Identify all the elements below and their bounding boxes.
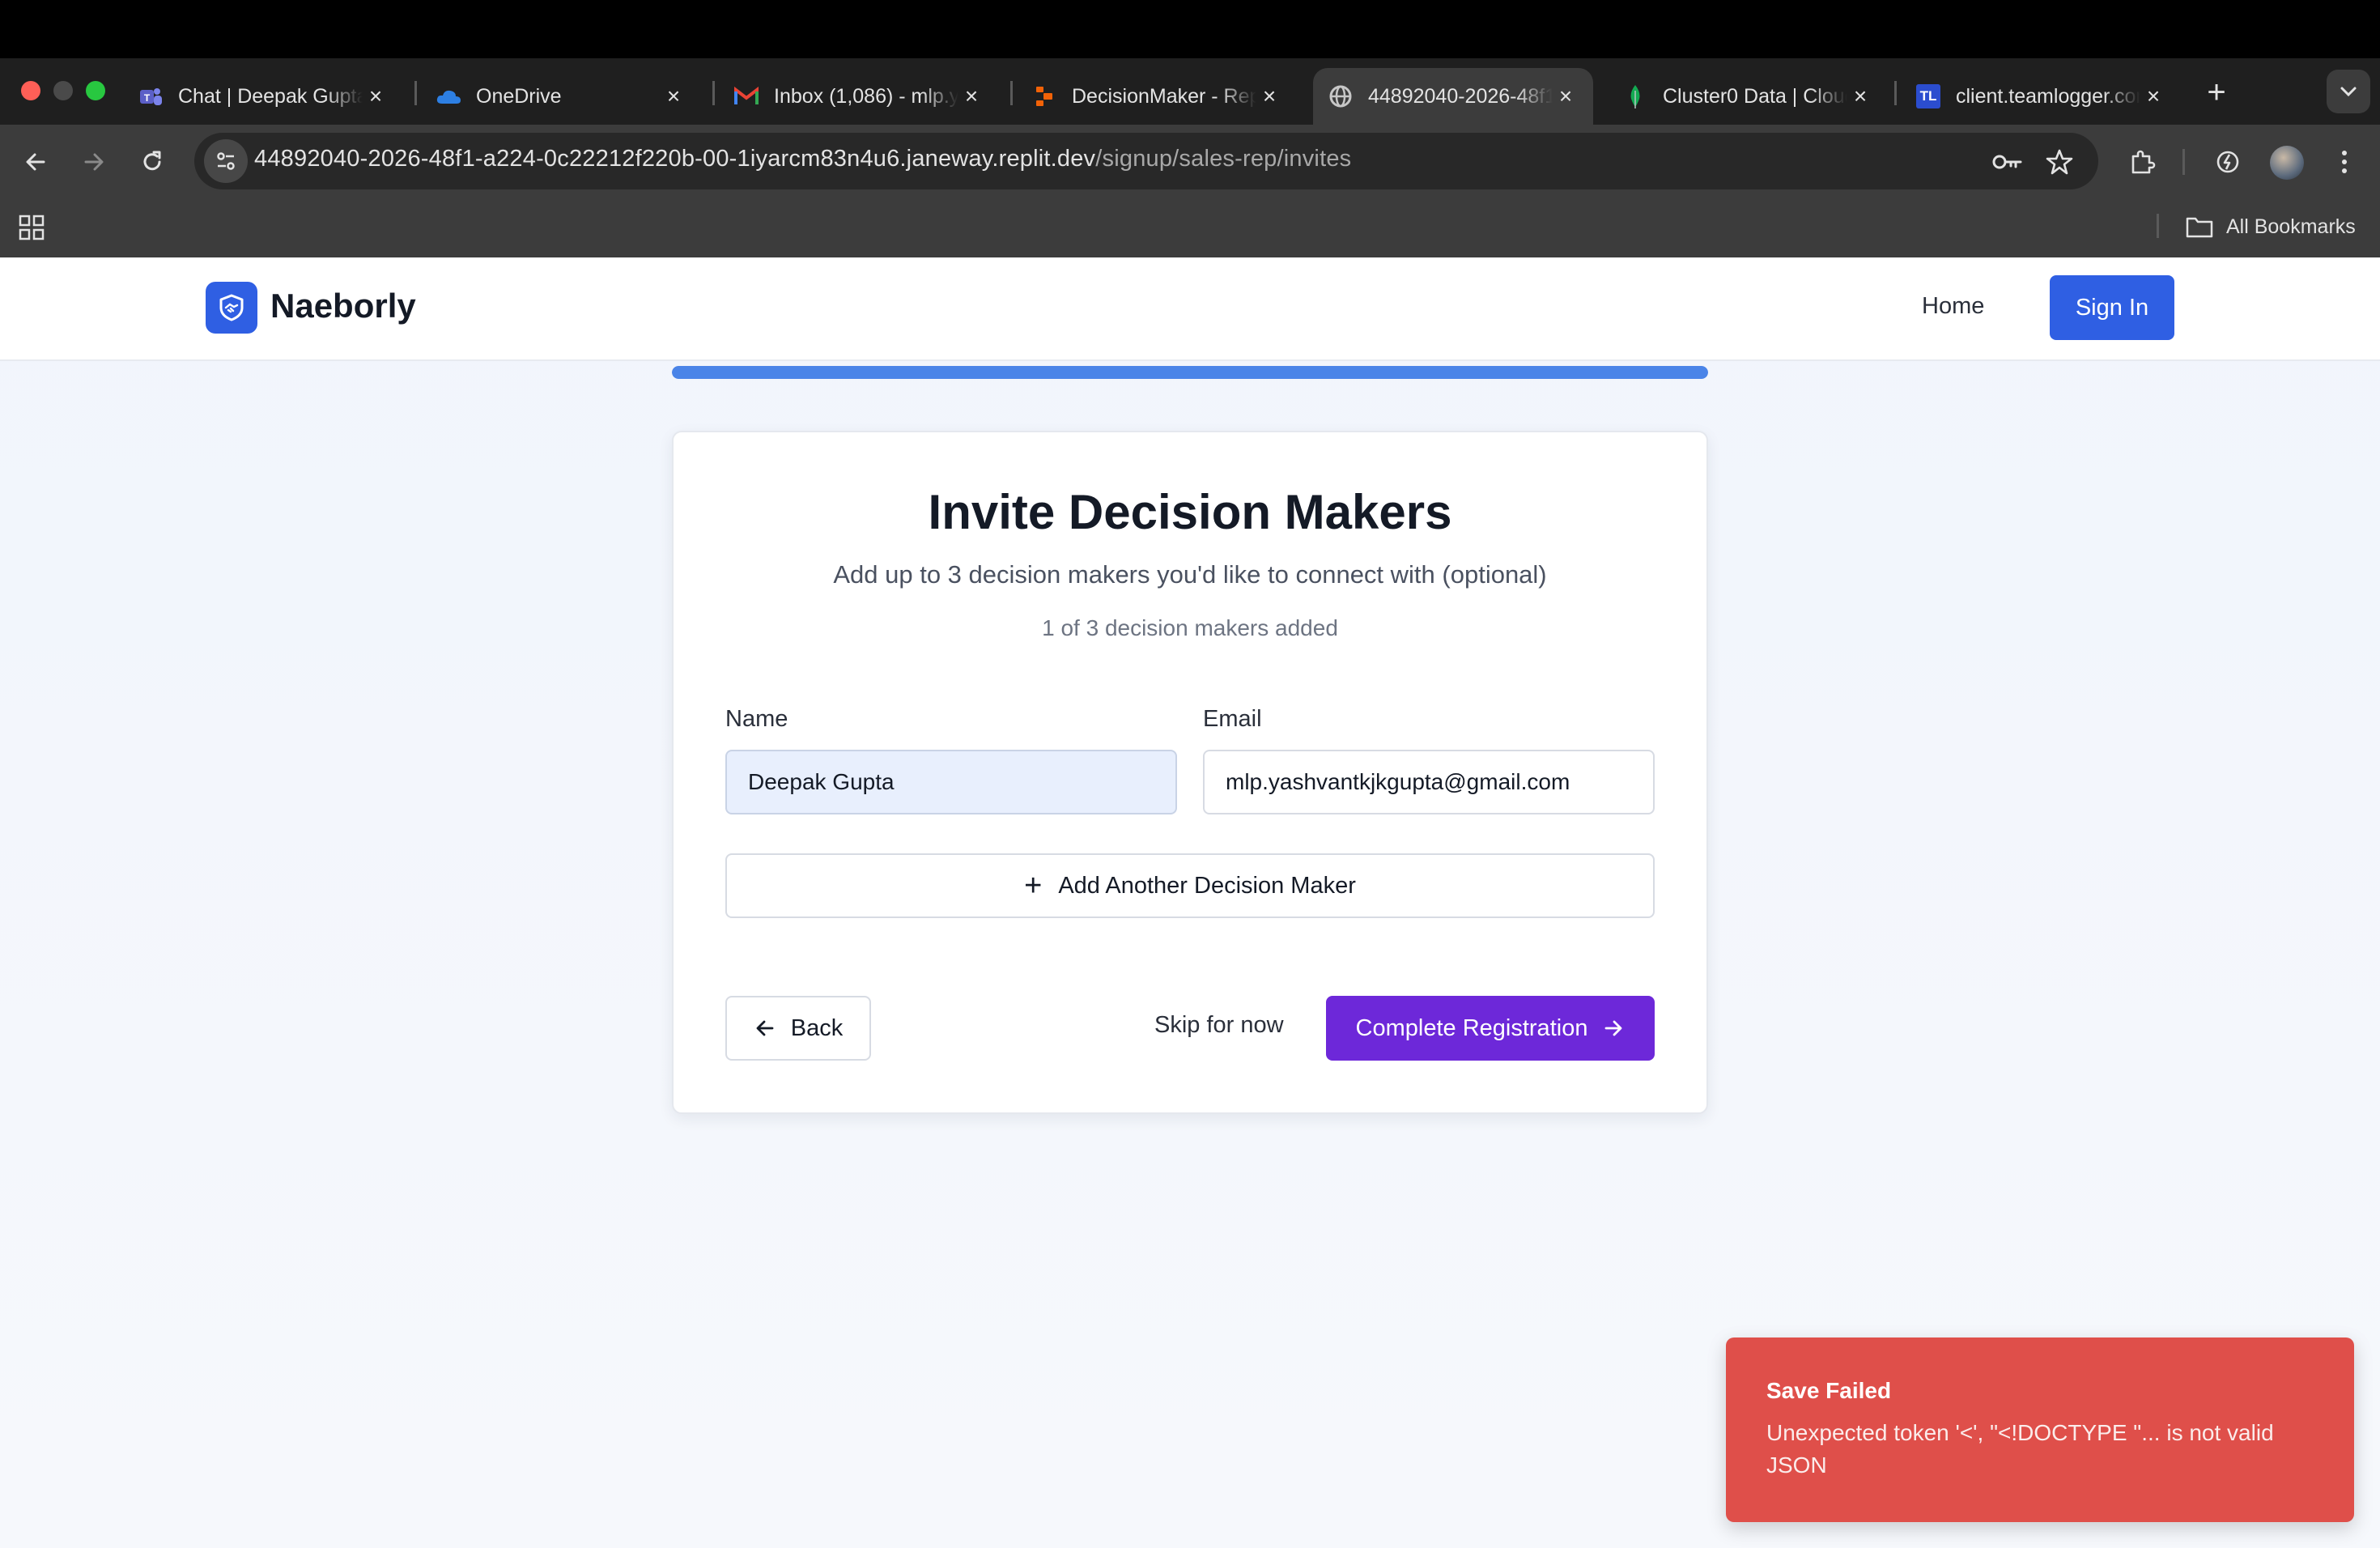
tab-title: Inbox (1,086) - mlp.yashvantkjkgupta@gma… (774, 84, 958, 108)
bookmark-star-button[interactable] (2040, 142, 2079, 181)
signup-progress-bar (672, 366, 1708, 379)
tab-divider (1010, 81, 1013, 105)
globe-icon (1328, 83, 1354, 109)
tab-title: client.teamlogger.com (1956, 84, 2140, 108)
arrow-left-icon (26, 153, 45, 171)
progress-fill (672, 366, 1708, 379)
back-nav-button[interactable] (16, 142, 55, 181)
new-tab-button[interactable]: + (2199, 74, 2234, 110)
reload-icon (143, 151, 161, 171)
mongodb-icon (1622, 83, 1648, 109)
back-label: Back (790, 1014, 844, 1041)
arrow-right-icon (1605, 1020, 1622, 1036)
toolbar-divider (2182, 149, 2185, 175)
tab-title: OneDrive (476, 84, 562, 108)
forward-nav-button[interactable] (74, 142, 113, 181)
svg-text:T: T (144, 92, 151, 104)
profile-avatar[interactable] (2270, 146, 2304, 180)
reload-button[interactable] (133, 142, 172, 181)
gmail-icon (733, 83, 759, 109)
performance-button[interactable] (2208, 142, 2247, 181)
url-host: 44892040-2026-48f1-a224-0c22212f220b-00-… (254, 146, 1096, 172)
more-vertical-icon (2342, 151, 2347, 173)
plus-icon: + (1024, 869, 1043, 903)
key-icon (1992, 155, 2022, 169)
handshake-shield-icon (219, 294, 244, 321)
name-label: Name (725, 706, 788, 732)
tab-onedrive[interactable]: OneDrive × (421, 68, 701, 125)
email-label: Email (1203, 706, 1262, 732)
skip-button[interactable]: Skip for now (1154, 1012, 1284, 1039)
brand-name[interactable]: Naeborly (270, 287, 416, 325)
site-info-button[interactable] (204, 139, 248, 183)
replit-icon (1031, 83, 1057, 109)
star-icon (2046, 149, 2073, 175)
added-count: 1 of 3 decision makers added (1042, 615, 1338, 640)
teamlogger-icon: TL (1915, 83, 1941, 109)
tab-active-app[interactable]: 44892040-2026-48f1-a224 × (1313, 68, 1593, 125)
toast-title: Save Failed (1766, 1378, 1892, 1403)
complete-registration-label: Complete Registration (1355, 1014, 1588, 1041)
arrow-left-icon (756, 1020, 774, 1036)
tab-title: Cluster0 Data | Cloud: MongoDB Cloud (1663, 84, 1847, 108)
tab-divider (1894, 81, 1897, 105)
tab-title: Chat | Deepak Gupta | Microsoft Teams (178, 84, 363, 108)
all-bookmarks-button[interactable]: All Bookmarks (2186, 214, 2356, 240)
close-window-button[interactable] (21, 81, 40, 100)
browser-menu-button[interactable] (2325, 142, 2364, 181)
speed-icon (2216, 151, 2239, 173)
tab-title: 44892040-2026-48f1-a224 (1368, 84, 1553, 108)
complete-registration-button[interactable]: Complete Registration (1326, 996, 1655, 1061)
os-menubar (0, 0, 2380, 58)
extensions-button[interactable] (2123, 142, 2161, 181)
teams-icon: T (138, 83, 164, 109)
page-title: Invite Decision Makers (928, 485, 1452, 539)
apps-grid-icon[interactable] (18, 214, 45, 241)
tab-teams[interactable]: T Chat | Deepak Gupta | Microsoft Teams … (123, 68, 403, 125)
back-button[interactable]: Back (725, 996, 871, 1061)
page-subtitle: Add up to 3 decision makers you'd like t… (833, 560, 1547, 589)
add-decision-maker-label: Add Another Decision Maker (1058, 872, 1356, 899)
tab-divider (414, 81, 417, 105)
arrow-right-icon (84, 153, 104, 171)
tab-divider (712, 81, 715, 105)
chevron-down-icon (2340, 87, 2357, 97)
password-key-button[interactable] (1988, 142, 2027, 181)
nav-home-link[interactable]: Home (1922, 293, 1984, 320)
all-bookmarks-label: All Bookmarks (2226, 215, 2356, 238)
sign-in-button[interactable]: Sign In (2050, 275, 2174, 340)
tab-teamlogger[interactable]: TL client.teamlogger.com × (1901, 68, 2181, 125)
tab-mongodb[interactable]: Cluster0 Data | Cloud: MongoDB Cloud × (1608, 68, 1888, 125)
add-decision-maker-button[interactable]: + Add Another Decision Maker (725, 853, 1655, 918)
close-tab-icon[interactable]: × (1553, 83, 1579, 109)
tab-gmail[interactable]: Inbox (1,086) - mlp.yashvantkjkgupta@gma… (719, 68, 999, 125)
error-toast[interactable]: Save Failed Unexpected token '<', "<!DOC… (1726, 1337, 2354, 1522)
bookmarks-divider (2157, 214, 2159, 238)
email-field[interactable] (1203, 750, 1655, 814)
close-tab-icon[interactable]: × (661, 83, 686, 109)
close-tab-icon[interactable]: × (363, 83, 389, 109)
brand-logo[interactable] (206, 282, 257, 334)
close-tab-icon[interactable]: × (958, 83, 984, 109)
onedrive-icon (436, 83, 461, 109)
name-field[interactable] (725, 750, 1177, 814)
close-tab-icon[interactable]: × (2140, 83, 2166, 109)
zoom-window-button[interactable] (86, 81, 105, 100)
toast-message: Unexpected token '<', "<!DOCTYPE "... is… (1766, 1420, 2274, 1478)
tab-replit[interactable]: DecisionMaker - Replit × (1017, 68, 1297, 125)
url-text[interactable]: 44892040-2026-48f1-a224-0c22212f220b-00-… (254, 146, 1351, 172)
folder-icon (2186, 217, 2213, 238)
url-path: /signup/sales-rep/invites (1095, 146, 1352, 172)
close-tab-icon[interactable]: × (1847, 83, 1873, 109)
minimize-window-button[interactable] (53, 81, 73, 100)
close-tab-icon[interactable]: × (1256, 83, 1282, 109)
tab-search-button[interactable] (2327, 70, 2370, 113)
tune-icon (217, 152, 235, 170)
tab-title: DecisionMaker - Replit (1072, 84, 1256, 108)
puzzle-icon (2131, 150, 2156, 174)
